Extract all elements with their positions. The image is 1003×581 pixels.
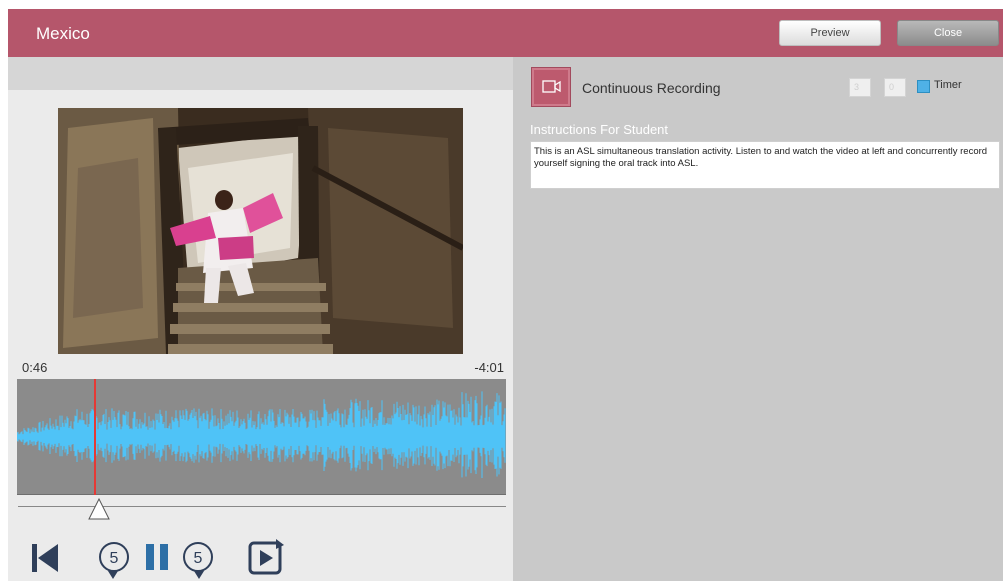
rewind-seconds-label: 5 (110, 550, 119, 567)
playback-controls: 5 5 (8, 539, 513, 581)
record-button[interactable] (531, 67, 571, 107)
video-camera-icon (542, 80, 561, 93)
recording-panel: Continuous Recording 3 0 Timer Instructi… (513, 57, 1003, 581)
forward-5-seconds-icon[interactable]: 5 (180, 539, 216, 579)
instructions-title: Instructions For Student (530, 122, 669, 137)
timer-checkbox[interactable] (917, 80, 930, 93)
waveform-graphic (16, 379, 506, 495)
video-player[interactable] (58, 108, 463, 354)
video-panel: 0:46 -4:01 5 5 (8, 57, 513, 581)
waveform-path (16, 391, 506, 478)
audio-waveform[interactable] (16, 379, 506, 495)
timer-label: Timer (934, 79, 962, 91)
scrub-handle[interactable] (87, 497, 111, 521)
remaining-time: -4:01 (474, 360, 504, 375)
timer-minutes-input[interactable]: 3 (849, 78, 871, 97)
close-button[interactable]: Close (897, 20, 999, 46)
preview-button[interactable]: Preview (779, 20, 881, 46)
instructions-text: This is an ASL simultaneous translation … (534, 146, 988, 169)
app-header: Mexico Preview Close (8, 9, 1003, 57)
loop-play-icon[interactable] (246, 539, 286, 579)
video-panel-toolbar (8, 57, 513, 90)
skip-to-start-icon[interactable] (30, 539, 62, 575)
rewind-5-seconds-icon[interactable]: 5 (96, 539, 132, 579)
timer-seconds-input[interactable]: 0 (884, 78, 906, 97)
pause-icon[interactable] (142, 539, 176, 579)
elapsed-time: 0:46 (22, 360, 48, 375)
video-frame (58, 108, 463, 354)
instructions-box: This is an ASL simultaneous translation … (530, 141, 1000, 189)
forward-seconds-label: 5 (194, 550, 203, 567)
page-title: Mexico (36, 24, 90, 43)
recording-mode-label: Continuous Recording (582, 80, 721, 96)
